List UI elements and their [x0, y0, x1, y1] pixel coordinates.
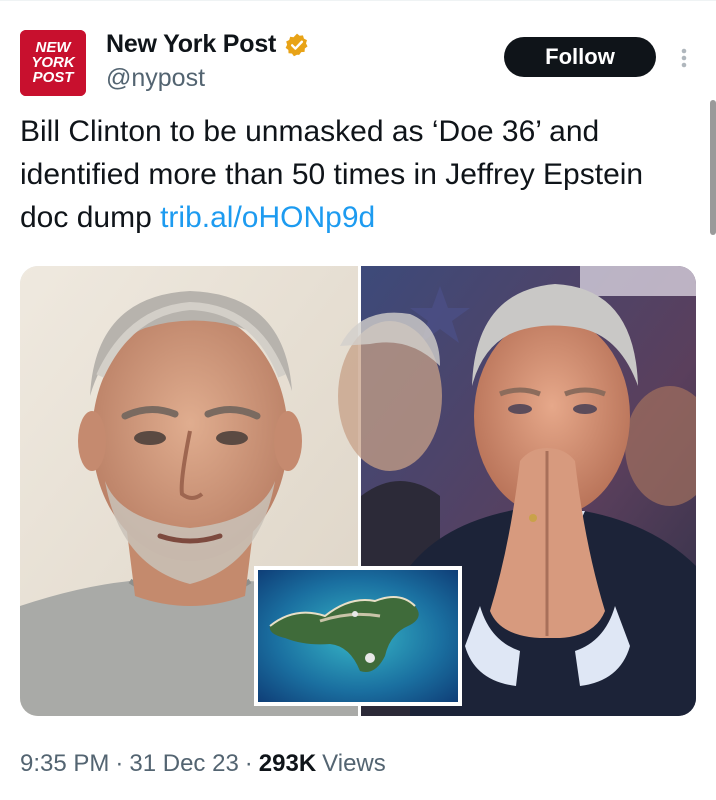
tweet-date[interactable]: 31 Dec 23 [129, 750, 238, 778]
tweet-link[interactable]: trib.al/oHONp9d [160, 201, 375, 234]
avatar[interactable]: NEW YORK POST [20, 30, 86, 96]
media-composite-image [20, 266, 696, 716]
views-label: Views [322, 750, 386, 777]
scrollbar[interactable] [710, 100, 716, 235]
verified-badge-icon [285, 33, 308, 56]
svg-text:POST: POST [33, 69, 76, 86]
tweet-media[interactable] [20, 266, 696, 716]
vertical-ellipsis-icon[interactable] [676, 46, 692, 70]
top-divider [0, 0, 716, 1]
follow-button[interactable]: Follow [504, 37, 656, 77]
account-name-row: New York Post [106, 30, 310, 59]
meta-separator: · [244, 750, 253, 777]
meta-separator: · [115, 750, 124, 777]
account-handle[interactable]: @nypost [106, 64, 205, 93]
island-inset-image [254, 566, 462, 706]
tweet-time[interactable]: 9:35 PM [20, 750, 109, 778]
tweet-meta: 9:35 PM · 31 Dec 23 · 293K Views [20, 750, 386, 778]
tweet-text: Bill Clinton to be unmasked as ‘Doe 36’ … [20, 110, 690, 239]
new-york-post-logo: NEW YORK POST [20, 30, 86, 96]
display-name[interactable]: New York Post [106, 30, 276, 59]
views-count: 293K [258, 750, 317, 777]
